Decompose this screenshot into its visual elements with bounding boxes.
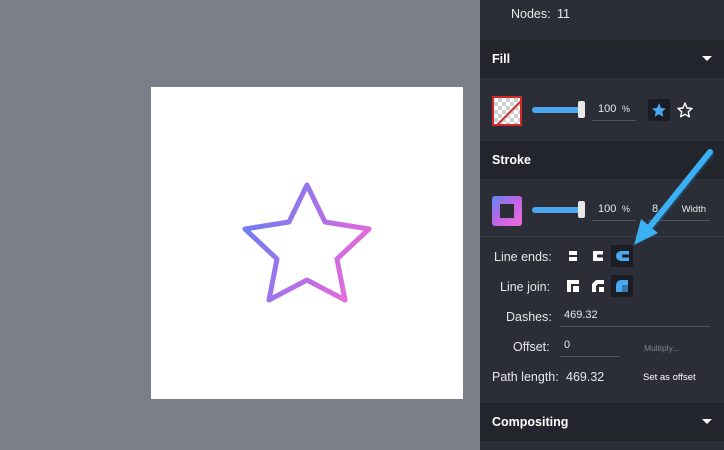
drawing-canvas[interactable]	[151, 87, 463, 399]
line-join-bevel-button[interactable]	[587, 275, 609, 297]
stroke-width-field[interactable]: 8 Width	[648, 199, 710, 221]
compositing-section-header[interactable]: Compositing	[480, 403, 724, 441]
fill-opacity-field[interactable]: 100 %	[592, 99, 636, 121]
properties-panel: Nodes: 11 Fill 100 % Stroke 100 % 8 Widt…	[480, 0, 724, 450]
fill-mode-outline-button[interactable]	[674, 99, 696, 121]
line-join-miter-icon	[567, 280, 579, 292]
offset-input[interactable]: 0	[560, 335, 620, 357]
canvas-workspace	[0, 0, 480, 450]
line-end-round-button[interactable]	[611, 245, 633, 267]
stroke-opacity-value: 100	[598, 203, 617, 215]
multiply-link[interactable]: Multiply...	[644, 343, 679, 353]
fill-color-swatch[interactable]	[492, 96, 522, 126]
star-outline-icon	[677, 102, 693, 118]
line-join-miter-button[interactable]	[562, 275, 584, 297]
line-join-round-button[interactable]	[611, 275, 633, 297]
slider-thumb[interactable]	[578, 101, 585, 118]
offset-label: Offset:	[513, 340, 550, 354]
stroke-opacity-slider[interactable]	[532, 201, 585, 219]
stroke-swatch-inner	[500, 204, 514, 218]
fill-opacity-value: 100	[598, 103, 617, 115]
stroke-title: Stroke	[492, 153, 531, 167]
slider-track	[532, 107, 582, 113]
offset-value: 0	[564, 339, 571, 351]
line-end-square-button[interactable]	[587, 245, 609, 267]
line-ends-label: Line ends:	[494, 250, 552, 264]
line-join-label: Line join:	[500, 280, 551, 294]
fill-opacity-slider[interactable]	[532, 101, 585, 119]
dashes-input[interactable]: 469.32	[560, 305, 710, 327]
dashes-value: 469.32	[564, 309, 598, 321]
chevron-down-icon[interactable]	[702, 56, 712, 61]
stroke-width-label: Width	[681, 204, 706, 215]
line-end-square-icon	[593, 251, 603, 261]
chevron-down-icon[interactable]	[702, 419, 712, 424]
fill-mode-filled-button[interactable]	[648, 99, 670, 121]
slider-thumb[interactable]	[578, 201, 585, 218]
line-join-round-icon	[616, 280, 628, 292]
stroke-section-header[interactable]: Stroke	[480, 141, 724, 179]
slider-track	[532, 207, 582, 213]
fill-title: Fill	[492, 52, 511, 66]
no-fill-checker-icon	[496, 100, 520, 124]
divider	[480, 236, 724, 237]
star-shape[interactable]	[151, 87, 463, 399]
set-as-offset-button[interactable]: Set as offset	[643, 372, 696, 383]
line-end-butt-icon	[569, 251, 577, 261]
star-filled-icon	[652, 103, 666, 117]
percent-unit: %	[621, 204, 630, 214]
path-length-value: 469.32	[566, 370, 605, 384]
path-length-label: Path length:	[492, 370, 559, 384]
line-end-round-icon	[616, 251, 629, 261]
stroke-color-swatch[interactable]	[492, 196, 522, 226]
stroke-width-value: 8	[652, 203, 659, 215]
nodes-label: Nodes:	[511, 7, 551, 21]
stroke-opacity-field[interactable]: 100 %	[592, 199, 636, 221]
nodes-count: 11	[557, 7, 570, 21]
dashes-label: Dashes:	[506, 310, 552, 324]
line-join-bevel-icon	[592, 280, 604, 292]
percent-unit: %	[621, 104, 630, 114]
line-end-butt-button[interactable]	[562, 245, 584, 267]
fill-section-header[interactable]: Fill	[480, 40, 724, 78]
compositing-title: Compositing	[492, 415, 569, 429]
